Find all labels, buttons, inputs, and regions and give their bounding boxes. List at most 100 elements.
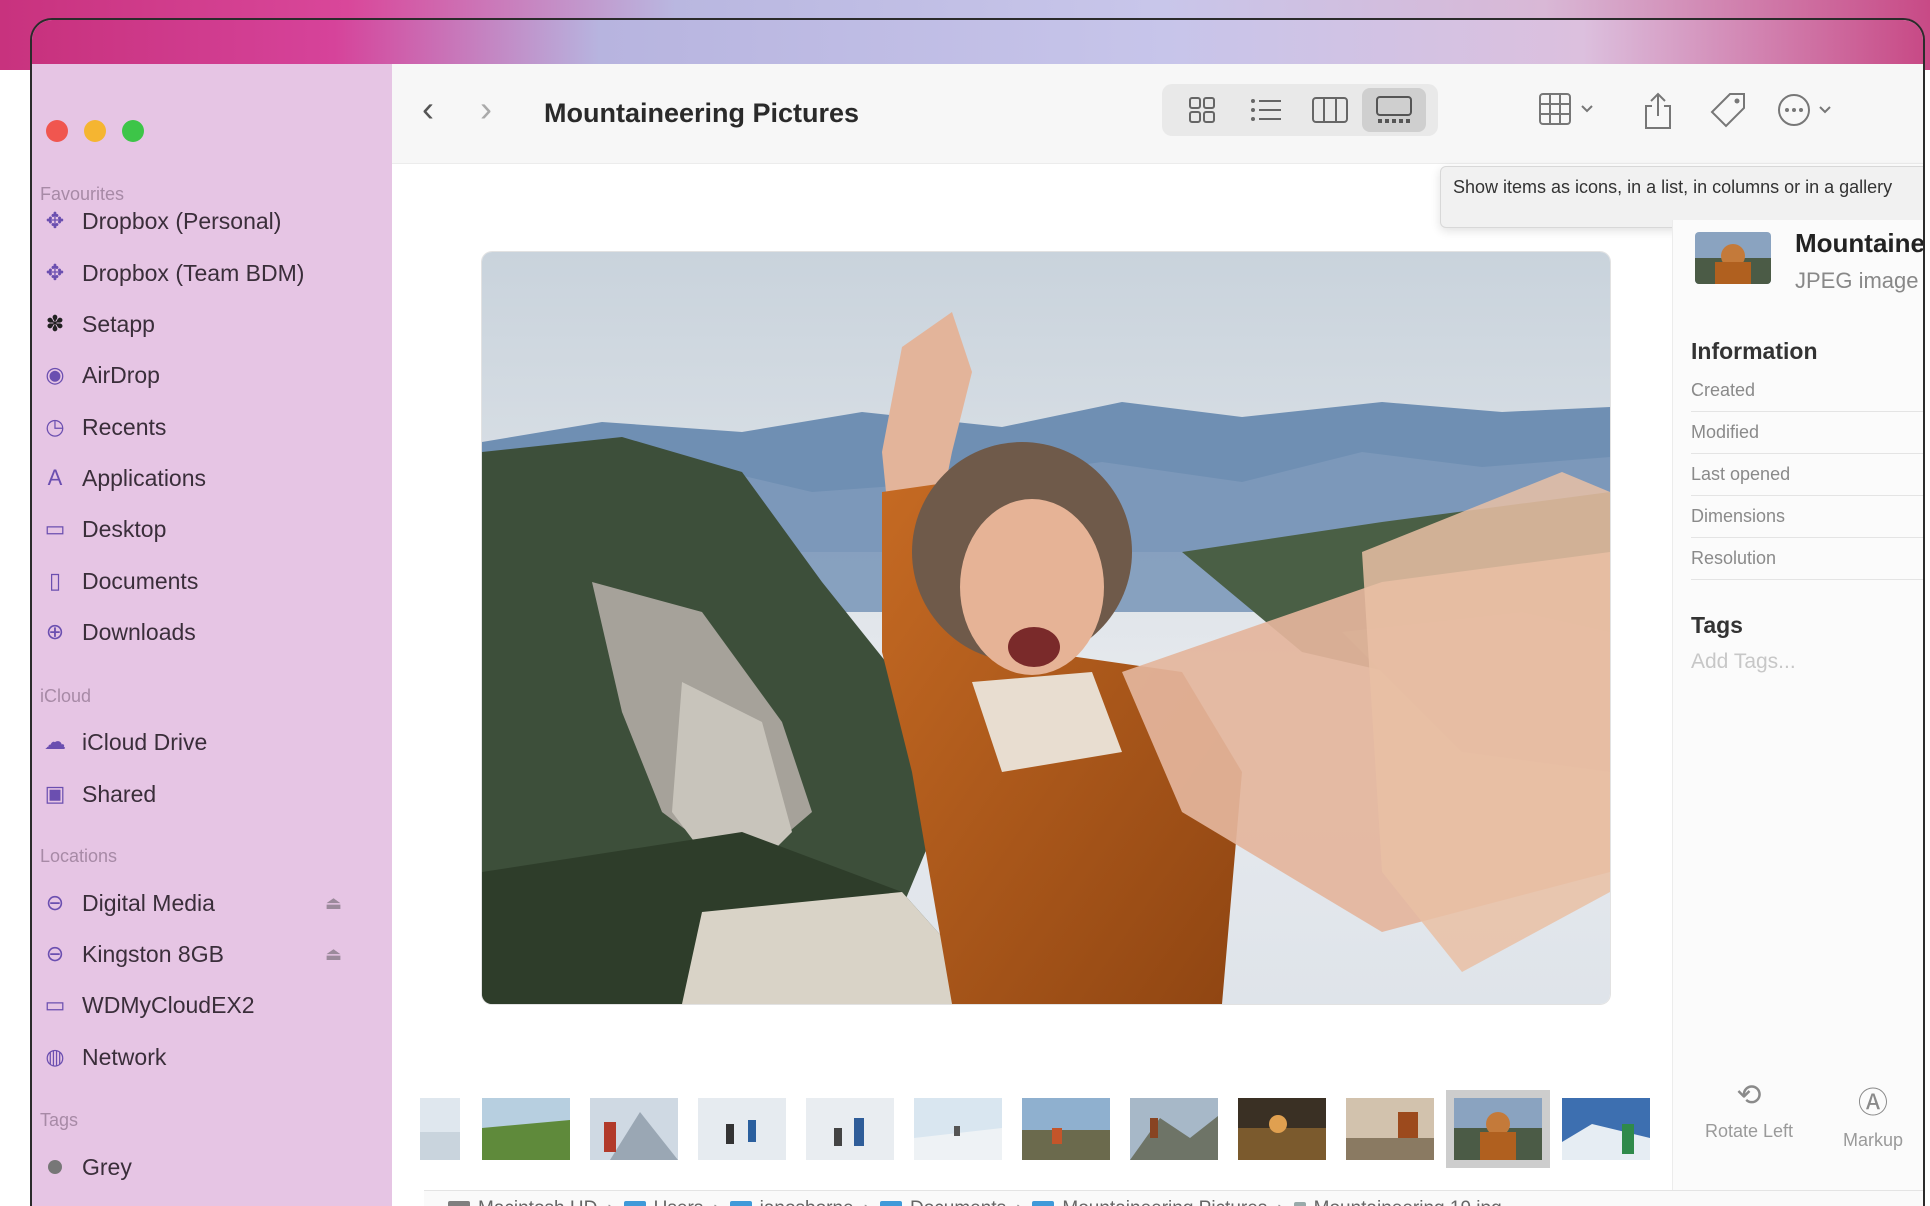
sidebar-item-dropbox-personal[interactable]: ✥ Dropbox (Personal): [40, 202, 380, 240]
drive-icon: ⊖: [45, 890, 65, 915]
traffic-lights: [46, 120, 144, 142]
list-icon: [1251, 99, 1281, 121]
sidebar-item-label: Downloads: [82, 618, 196, 645]
share-button[interactable]: [1642, 92, 1674, 135]
crumb-label: Mountaineering Pictures: [1062, 1198, 1267, 1206]
sidebar-item-documents[interactable]: ▯ Documents: [40, 562, 380, 600]
sidebar-item-label: Network: [82, 1043, 167, 1070]
path-crumb-file[interactable]: Mountaineering 19.jpg: [1293, 1198, 1502, 1206]
sidebar-item-network[interactable]: ◍ Network: [40, 1038, 380, 1076]
info-row-modified: Modified: [1691, 412, 1923, 454]
share-icon: [1645, 92, 1671, 129]
path-crumb-mountaineering[interactable]: Mountaineering Pictures: [1032, 1198, 1267, 1206]
thumbnail-image: [420, 1098, 460, 1160]
filmstrip-thumbnail-selected[interactable]: [1446, 1090, 1550, 1168]
sidebar-item-dropbox-team[interactable]: ✥ Dropbox (Team BDM): [40, 254, 380, 292]
sidebar-item-setapp[interactable]: ✽ Setapp: [40, 305, 380, 343]
sidebar-item-label: Desktop: [82, 515, 167, 542]
info-row-dimensions: Dimensions: [1691, 496, 1923, 538]
file-thumbnail: [1695, 232, 1771, 284]
icon-view-button[interactable]: [1170, 88, 1234, 132]
filmstrip-thumbnail[interactable]: [1562, 1098, 1650, 1160]
sidebar-item-kingston[interactable]: ⊖ Kingston 8GB ⏏: [40, 935, 380, 973]
path-crumb-macintosh-hd[interactable]: Macintosh HD: [448, 1198, 597, 1206]
sidebar: Favourites ✥ Dropbox (Personal) ✥ Dropbo…: [32, 64, 392, 1206]
toolbar: ‹ › Mountaineering Pictures: [392, 64, 1923, 164]
list-view-button[interactable]: [1234, 88, 1298, 132]
filmstrip-thumbnail[interactable]: [420, 1098, 460, 1160]
zoom-button[interactable]: [122, 120, 144, 142]
filmstrip-thumbnail[interactable]: [698, 1098, 786, 1160]
chevron-right-icon: ›: [1277, 1198, 1283, 1206]
sidebar-item-label: iCloud Drive: [82, 728, 208, 755]
applications-icon: A: [47, 465, 63, 490]
document-icon: ▯: [48, 568, 62, 593]
gallery-preview-image[interactable]: [482, 252, 1610, 1004]
thumbnail-image: [1695, 232, 1771, 284]
sidebar-item-label: Dropbox (Personal): [82, 207, 282, 234]
section-locations: Locations: [40, 846, 118, 866]
thumbnail-image: [1346, 1098, 1434, 1160]
sidebar-item-icloud-drive[interactable]: ☁ iCloud Drive: [40, 723, 380, 761]
sidebar-item-label: Kingston 8GB: [82, 940, 224, 967]
tags-heading: Tags: [1691, 612, 1743, 638]
filmstrip-thumbnail[interactable]: [590, 1098, 678, 1160]
sidebar-item-desktop[interactable]: ▭ Desktop: [40, 510, 380, 548]
sidebar-item-wdmycloud[interactable]: ▭ WDMyCloudEX2: [40, 986, 380, 1024]
filmstrip-thumbnail[interactable]: [1022, 1098, 1110, 1160]
sidebar-item-label: Digital Media: [82, 889, 215, 916]
markup-button[interactable]: Ⓐ Markup: [1823, 1078, 1923, 1151]
sidebar-item-tag-grey[interactable]: Grey: [40, 1148, 380, 1186]
back-button[interactable]: ‹: [422, 88, 434, 130]
thumbnail-image: [914, 1098, 1002, 1160]
filmstrip-thumbnail[interactable]: [482, 1098, 570, 1160]
sidebar-item-recents[interactable]: ◷ Recents: [40, 408, 380, 446]
info-row-last-opened: Last opened: [1691, 454, 1923, 496]
sidebar-item-digital-media[interactable]: ⊖ Digital Media ⏏: [40, 884, 380, 922]
sidebar-item-label: Applications: [82, 464, 207, 491]
minimize-button[interactable]: [84, 120, 106, 142]
file-type: JPEG image -: [1795, 268, 1925, 293]
path-crumb-users[interactable]: Users: [623, 1198, 703, 1206]
window-title: Mountaineering Pictures: [544, 98, 860, 128]
close-button[interactable]: [46, 120, 68, 142]
path-crumb-home[interactable]: ianosborne: [729, 1198, 854, 1206]
folder-icon: [879, 1200, 902, 1206]
setapp-icon: ✽: [45, 311, 65, 336]
filmstrip-thumbnail[interactable]: [1238, 1098, 1326, 1160]
eject-icon[interactable]: ⏏: [325, 944, 342, 965]
sidebar-item-label: WDMyCloudEX2: [82, 991, 255, 1018]
forward-button[interactable]: ›: [480, 88, 492, 130]
filmstrip-thumbnail[interactable]: [1346, 1098, 1434, 1160]
thumbnail-image: [1130, 1098, 1218, 1160]
rotate-left-button[interactable]: ⟲ Rotate Left: [1689, 1078, 1809, 1142]
eject-icon[interactable]: ⏏: [325, 893, 342, 914]
sidebar-item-applications[interactable]: A Applications: [40, 459, 380, 497]
tag-button[interactable]: [1710, 92, 1748, 133]
crumb-label: Macintosh HD: [478, 1198, 597, 1206]
section-icloud: iCloud: [40, 686, 92, 706]
filmstrip-thumbnail[interactable]: [914, 1098, 1002, 1160]
folder-icon: [729, 1200, 752, 1206]
chevron-right-icon: ›: [607, 1198, 613, 1206]
sidebar-item-label: Documents: [82, 567, 199, 594]
window-top-strip: [32, 20, 1923, 64]
info-row-resolution: Resolution: [1691, 538, 1923, 580]
group-icon: [1539, 93, 1593, 125]
column-view-button[interactable]: [1298, 88, 1362, 132]
add-tags-field[interactable]: Add Tags...: [1691, 650, 1796, 674]
thumbnail-image: [806, 1098, 894, 1160]
filmstrip-thumbnail[interactable]: [1130, 1098, 1218, 1160]
path-crumb-documents[interactable]: Documents: [879, 1198, 1006, 1206]
file-name: Mountaineering 19.jpg: [1795, 228, 1925, 258]
tag-dot-icon: [40, 1152, 70, 1182]
gallery-view-button[interactable]: [1362, 88, 1426, 132]
filmstrip-thumbnail[interactable]: [806, 1098, 894, 1160]
sidebar-item-shared[interactable]: ▣ Shared: [40, 775, 380, 813]
sidebar-item-airdrop[interactable]: ◉ AirDrop: [40, 356, 380, 394]
group-by-button[interactable]: [1538, 92, 1598, 133]
more-actions-button[interactable]: [1776, 92, 1840, 133]
sidebar-item-downloads[interactable]: ⊕ Downloads: [40, 613, 380, 651]
mountain-photo: [482, 252, 1610, 1004]
path-bar: Macintosh HD › Users › ianosborne › Docu…: [424, 1190, 1923, 1206]
